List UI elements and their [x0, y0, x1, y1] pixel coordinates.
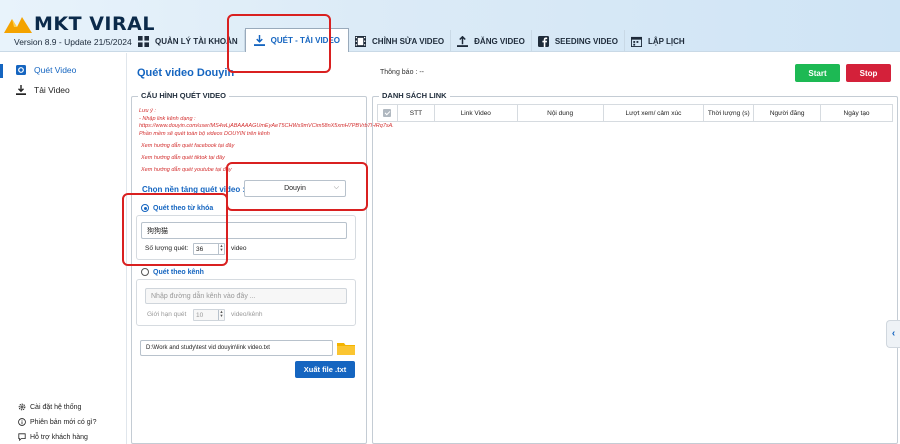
tab-edit-video[interactable]: CHỈNH SỬA VIDEO [349, 30, 452, 52]
grid-icon [138, 35, 149, 47]
top-bar: MKT VIRAL Version 8.9 - Update 21/5/2024… [0, 0, 900, 52]
note-line: https://www.douyin.com/user/MS4wLjABAAAA… [139, 123, 394, 137]
column-header: Ngày tạo [820, 104, 893, 122]
start-button[interactable]: Start [795, 64, 840, 82]
notice: Thông báo : -- [380, 69, 424, 76]
file-path-input[interactable]: D:\Work and study\test vid douyin\link v… [140, 340, 333, 356]
tab-post-video[interactable]: ĐĂNG VIDEO [451, 30, 532, 52]
film-icon [355, 35, 367, 47]
guide-facebook-link[interactable]: Xem hướng dẫn quét facebook tại đây [141, 143, 234, 149]
radio-scan-by-keyword[interactable]: Quét theo từ khóa [141, 204, 213, 212]
folder-icon[interactable] [337, 341, 355, 355]
main-nav: QUẢN LÝ TÀI KHOẢN QUÉT - TẢI VIDEO CHỈNH… [132, 28, 691, 52]
scan-count-value: 36 [196, 245, 204, 253]
sidebar-item-customer-support[interactable]: Hỗ trợ khách hàng [18, 433, 88, 441]
stepper-arrows-icon[interactable]: ▲ ▼ [218, 244, 224, 254]
column-header: Nội dung [516, 104, 604, 122]
logo-mountain-icon [4, 17, 32, 33]
scan-note: Lưu ý : - Nhập link kênh dạng : https://… [139, 108, 394, 138]
scan-count-unit: video [231, 245, 247, 252]
notice-label: Thông báo : [380, 69, 418, 76]
sidebar-item-whats-new[interactable]: Phiên bản mới có gì? [18, 418, 96, 426]
limit-unit: video/kênh [231, 311, 263, 318]
scan-config-legend: CẤU HÌNH QUÉT VIDEO [138, 91, 230, 100]
facebook-icon [537, 35, 549, 47]
page-title: Quét video Douyin [137, 67, 235, 79]
column-header: Link Video [433, 104, 518, 122]
tab-label: LẬP LỊCH [647, 36, 685, 46]
stepper-arrows-icon[interactable]: ▲ ▼ [218, 310, 224, 320]
radio-label: Quét theo kênh [153, 268, 204, 276]
sidebar-item-label: Quét Video [34, 65, 77, 75]
export-txt-button[interactable]: Xuất file .txt [295, 361, 355, 378]
calendar-icon [630, 36, 642, 47]
note-title: Lưu ý : [139, 108, 156, 114]
tab-scan-download-video[interactable]: QUÉT - TẢI VIDEO [244, 28, 350, 52]
tab-label: SEEDING VIDEO [554, 36, 618, 46]
chevron-left-icon: ‹ [891, 328, 896, 339]
platform-label: Chọn nền tảng quét video : [142, 185, 246, 194]
radio-scan-by-channel[interactable]: Quét theo kênh [141, 268, 204, 276]
download-icon [253, 35, 265, 46]
table-header-row: STT Link Video Nội dung Lượt xem/ cảm xú… [377, 104, 893, 122]
tab-label: ĐĂNG VIDEO [474, 36, 525, 46]
sidebar-item-download-video[interactable]: Tải Video [0, 80, 126, 100]
sidebar-item-scan-video[interactable]: Quét Video [0, 60, 126, 80]
select-all-checkbox-cell[interactable] [377, 104, 398, 122]
note-line: - Nhập link kênh dạng : [139, 115, 196, 122]
sidebar-item-system-settings[interactable]: Cài đặt hệ thống [18, 403, 81, 411]
scan-count-stepper[interactable]: 36 ▲ ▼ [193, 243, 225, 255]
sidebar-item-label: Cài đặt hệ thống [30, 403, 82, 411]
link-list-legend: DANH SÁCH LINK [379, 91, 450, 100]
sidebar: Quét Video Tải Video Cài đặt hệ thống Ph… [0, 53, 127, 444]
channel-url-input[interactable]: Nhập đường dẫn kênh vào đây ... [145, 288, 347, 304]
notice-value: -- [419, 69, 424, 76]
stop-button[interactable]: Stop [846, 64, 891, 82]
keyword-input[interactable]: 狗狗猫 [141, 222, 347, 239]
sidebar-item-label: Phiên bản mới có gì? [30, 418, 97, 426]
tab-label: CHỈNH SỬA VIDEO [372, 36, 445, 46]
guide-tiktok-link[interactable]: Xem hướng dẫn quét tiktok tại đây [141, 155, 225, 161]
scan-count-label: Số lượng quét: [145, 245, 189, 252]
limit-label: Giới hạn quét [147, 311, 187, 318]
link-list-panel: DANH SÁCH LINK [372, 91, 898, 444]
column-header: Người đăng [753, 104, 822, 122]
chevron-down-icon: ⌵ [333, 184, 339, 191]
column-header: STT [396, 104, 435, 122]
column-header: Thời lượng (s) [703, 104, 755, 122]
radio-indicator [141, 268, 149, 276]
limit-stepper[interactable]: 10 ▲ ▼ [193, 309, 225, 321]
chat-icon [18, 433, 26, 441]
radio-indicator [141, 204, 149, 212]
info-icon [18, 418, 26, 426]
column-header: Lượt xem/ cảm xúc [602, 104, 705, 122]
sidebar-item-label: Tải Video [34, 85, 70, 95]
link-table: STT Link Video Nội dung Lượt xem/ cảm xú… [377, 104, 893, 122]
tab-label: QUÉT - TẢI VIDEO [270, 36, 341, 45]
tab-seeding-video[interactable]: SEEDING VIDEO [532, 30, 625, 52]
platform-select-value: Douyin [284, 185, 306, 192]
guide-youtube-link[interactable]: Xem hướng dẫn quét youtube tại đây [141, 167, 232, 173]
download-icon [16, 85, 26, 95]
radio-label: Quét theo từ khóa [153, 204, 214, 212]
gear-icon [18, 403, 26, 411]
upload-icon [457, 35, 469, 47]
scan-video-icon [16, 65, 26, 75]
checkbox-icon[interactable] [383, 109, 392, 117]
platform-select[interactable]: Douyin ⌵ [244, 180, 346, 197]
limit-value: 10 [196, 311, 204, 319]
version-label: Version 8.9 - Update 21/5/2024 [14, 37, 132, 47]
collapse-panel-handle[interactable]: ‹ [886, 320, 900, 348]
tab-label: QUẢN LÝ TÀI KHOẢN [155, 36, 238, 46]
tab-account-management[interactable]: QUẢN LÝ TÀI KHOẢN [132, 30, 245, 52]
tab-schedule[interactable]: LẬP LỊCH [625, 30, 691, 52]
sidebar-item-label: Hỗ trợ khách hàng [30, 433, 88, 441]
